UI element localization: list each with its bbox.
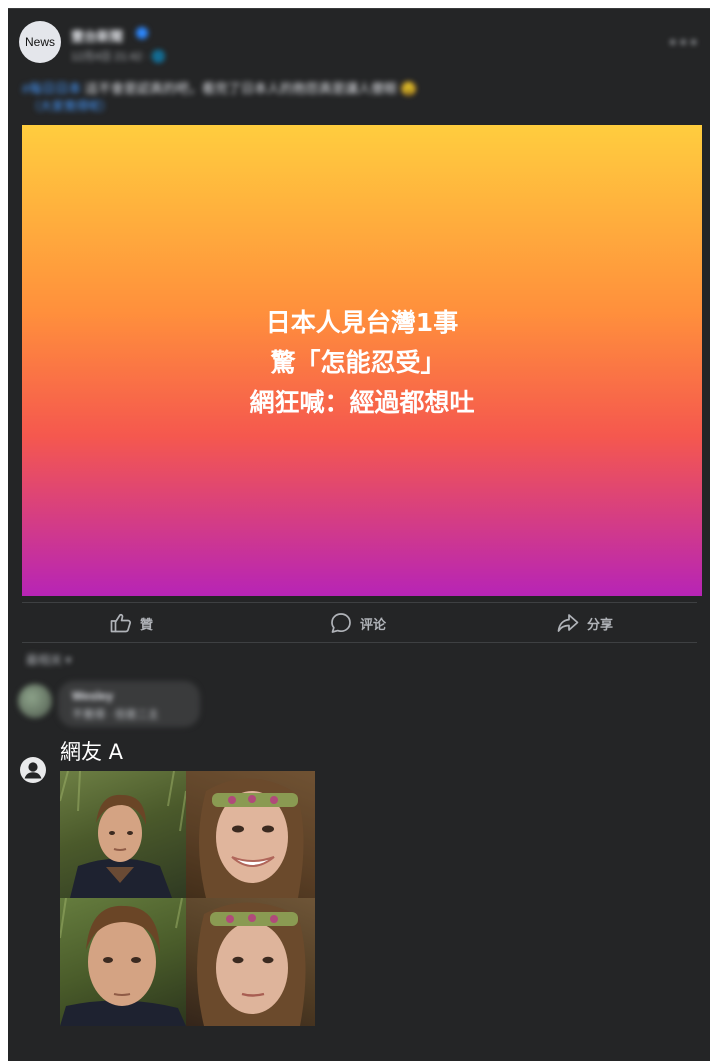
divider [22,642,697,643]
page-avatar-text: News [24,35,55,49]
post-image[interactable]: 日本人見台灣1事 驚「怎能忍受」 網狂喊：經過都想吐 [22,125,702,596]
meme-panel [186,771,315,898]
share-label: 分享 [587,617,614,633]
comment-button[interactable]: 评论 [330,612,386,634]
divider [22,602,697,603]
commenter-name[interactable]: Wesley [72,689,113,703]
commenter-name[interactable]: 網友 A [60,736,123,766]
post-card: News 壹台新聞 12月4日 21:42 · 🌐 ••• #每日日本 這不會是… [8,8,710,1061]
meme-panel [60,898,186,1026]
share-icon [557,614,579,632]
meme-panel-art [186,771,315,898]
headline-line-3: 網狂喊：經過都想吐 [249,388,475,417]
user-avatar-icon[interactable] [20,757,46,783]
meme-panel-art [60,898,186,1026]
like-label: 贊 [140,617,154,633]
comment-text: 不覺得 · 但是二主 [72,709,159,721]
post-caption: #每日日本 這不會是認真的吧，看完了日本人的抱怨真是讓人傻眼 😵 [22,78,452,97]
verified-badge-icon [136,27,148,39]
meme-panel-art [60,771,186,898]
caption-hashtag-link[interactable]: #每日日本 [22,81,81,96]
caption-text: 這不會是認真的吧，看完了日本人的抱怨真是讓人傻眼 😵 [81,81,417,96]
page-name[interactable]: 壹台新聞 [71,26,123,45]
card-top-border [8,8,710,9]
more-horizontal-icon[interactable]: ••• [668,33,699,52]
thumbs-up-icon [110,613,131,633]
commenter-avatar[interactable] [18,684,52,718]
post-meta[interactable]: 12月4日 21:42 · 🌐 [71,48,165,64]
meme-panel [186,898,315,1026]
page-avatar[interactable]: News [19,21,61,63]
meme-panel [60,771,186,898]
headline-line-1: 日本人見台灣1事 [265,308,459,337]
caption-secondary-link[interactable]: （大家覺得呢） [28,97,112,114]
share-button[interactable]: 分享 [557,612,613,634]
comment-label: 评论 [360,617,387,633]
meme-image[interactable] [60,771,315,1026]
comment-sort-dropdown[interactable]: 最相关 ▾ [26,651,71,668]
image-headline: 日本人見台灣1事 驚「怎能忍受」 網狂喊：經過都想吐 [22,303,702,423]
meme-panel-art [197,902,306,1026]
like-button[interactable]: 贊 [110,612,153,634]
comment-bubble: Wesley 不覺得 · 但是二主 [58,681,200,727]
headline-line-2: 驚「怎能忍受」 [270,348,446,377]
comment-icon [331,613,351,633]
